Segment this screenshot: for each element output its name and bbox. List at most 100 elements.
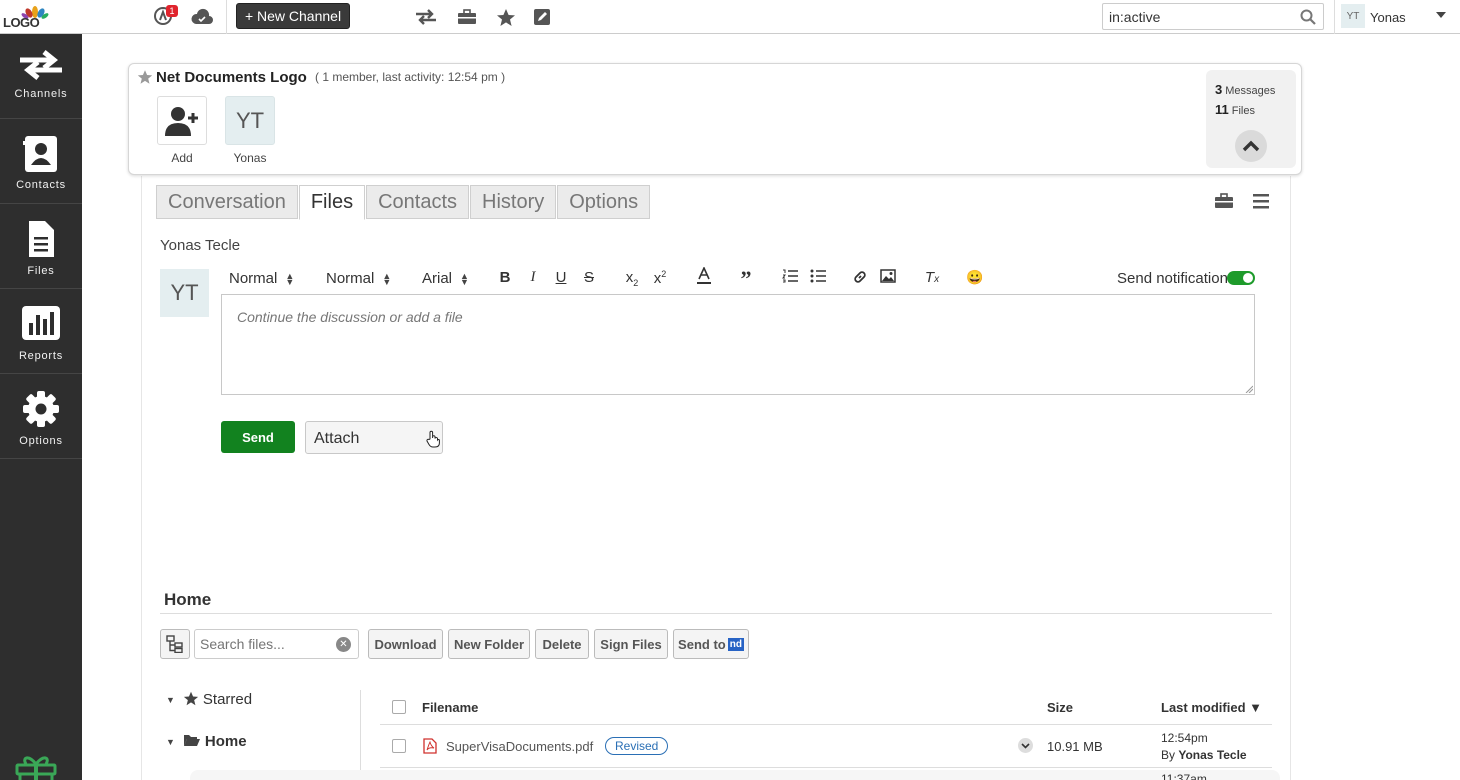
files-section-divider [160,613,1272,614]
updown-arrow-icon: ▲ ▼ [382,271,392,288]
tree-item-home[interactable]: ▼ Home [166,733,247,750]
send-to-button[interactable]: Send to nd [673,629,749,659]
image-icon[interactable] [878,269,898,287]
netdocuments-badge: nd [727,637,744,651]
folder-tree-toggle-button[interactable] [160,629,190,659]
italic-icon[interactable]: I [523,269,543,286]
collapse-header-button[interactable] [1235,130,1267,162]
text-color-icon[interactable] [694,266,714,289]
send-notification-label: Send notification [1117,270,1228,287]
font-size-select[interactable]: Normal ▲ ▼ [326,270,391,287]
tab-conversation[interactable]: Conversation [156,185,298,219]
paragraph-style-select[interactable]: Normal ▲ ▼ [229,270,294,287]
favorite-star-icon[interactable] [137,69,153,85]
add-user-icon [165,106,198,136]
tab-options[interactable]: Options [557,185,651,219]
updown-arrow-icon: ▲ ▼ [285,271,295,288]
star-icon[interactable] [494,6,518,28]
top-bar: LOGO 1 + New Channel in:active YT Yonas [0,0,1460,34]
bullet-list-icon[interactable] [808,269,828,287]
hand-cursor-icon [426,430,440,448]
search-icon[interactable] [1300,9,1316,25]
messages-label: Messages [1225,85,1276,97]
clear-format-icon[interactable]: Tx [922,269,942,286]
member-name: Yonas [233,151,267,165]
sidebar: Channels Contacts Files Reports Options [0,34,82,780]
delete-button[interactable]: Delete [535,629,589,659]
file-name-link[interactable]: SuperVisaDocuments.pdf [446,739,593,754]
add-member-tile[interactable] [157,96,207,145]
table-row[interactable] [190,770,1280,780]
subscript-icon[interactable]: x2 [622,269,642,288]
font-family-value: Arial [422,270,453,287]
font-family-select[interactable]: Arial ▲ ▼ [422,270,469,287]
file-search-input[interactable] [195,630,325,658]
add-member-button[interactable]: Add [157,96,207,165]
expand-triangle-icon[interactable]: ▼ [166,695,175,705]
sidebar-item-channels[interactable]: Channels [0,34,82,119]
user-avatar[interactable]: YT [1341,4,1365,28]
link-icon[interactable] [850,269,870,289]
sidebar-item-contacts[interactable]: Contacts [0,119,82,204]
toolbox-icon[interactable] [455,6,479,28]
tab-files[interactable]: Files [298,185,366,220]
select-all-checkbox[interactable] [392,700,406,714]
member-tile[interactable]: YT Yonas [225,96,275,165]
logo-text: LOGO [3,15,40,30]
blockquote-icon[interactable]: ” [736,266,756,292]
user-name[interactable]: Yonas [1370,10,1406,25]
clear-search-icon[interactable]: ✕ [336,637,351,652]
table-header-divider [380,724,1272,725]
member-avatar[interactable]: YT [225,96,275,145]
app-logo[interactable]: LOGO [0,0,82,34]
download-button[interactable]: Download [368,629,443,659]
attach-label: Attach [314,430,360,447]
file-search[interactable]: ✕ [194,629,359,659]
user-divider [1334,0,1335,34]
global-search[interactable] [1102,3,1324,30]
sidebar-item-reports[interactable]: Reports [0,289,82,374]
send-to-label: Send to [678,636,726,652]
tab-history[interactable]: History [470,185,557,219]
sidebar-item-options[interactable]: Options [0,374,82,459]
gift-icon[interactable] [14,752,58,780]
superscript-icon[interactable]: x2 [650,269,670,287]
user-menu-caret-icon[interactable] [1436,12,1446,18]
column-header-size[interactable]: Size [1047,700,1073,715]
new-folder-button[interactable]: New Folder [448,629,530,659]
global-search-input[interactable] [1103,4,1293,29]
sign-files-button[interactable]: Sign Files [594,629,668,659]
new-channel-button[interactable]: + New Channel [236,3,350,29]
underline-icon[interactable]: U [551,269,571,286]
send-button[interactable]: Send [221,421,295,453]
emoji-icon[interactable]: 😀 [965,269,985,286]
tab-contacts[interactable]: Contacts [366,185,470,219]
attach-button[interactable]: Attach [305,421,443,454]
cloud-icon[interactable] [190,6,214,28]
files-section-title: Home [164,590,212,609]
expand-triangle-icon[interactable]: ▼ [166,737,175,747]
swap-arrows-icon[interactable] [414,6,438,28]
resize-handle-icon[interactable] [1245,385,1253,393]
row-actions-button[interactable] [1018,738,1033,753]
toolbox-icon[interactable] [1213,193,1235,209]
column-header-last-modified[interactable]: Last modified ▼ [1161,700,1262,715]
star-icon [183,691,199,706]
sidebar-item-files[interactable]: Files [0,204,82,289]
send-notification-toggle[interactable] [1227,271,1255,285]
menu-icon[interactable] [1252,193,1270,209]
column-header-filename[interactable]: Filename [422,700,478,715]
tree-item-starred[interactable]: ▼ Starred [166,691,252,708]
row-checkbox[interactable] [392,739,406,753]
bold-icon[interactable]: B [495,269,515,286]
file-modified-time: 12:54pm [1161,731,1208,745]
strikethrough-icon[interactable]: S [579,269,599,286]
channel-meta: ( 1 member, last activity: 12:54 pm ) [315,70,506,84]
pdf-file-icon [423,738,437,754]
ordered-list-icon[interactable] [780,269,800,287]
file-modified-time: 11:37am [1161,772,1207,780]
notification-badge: 1 [166,5,178,17]
compose-icon[interactable] [530,6,554,28]
message-editor[interactable]: Continue the discussion or add a file [221,294,1255,395]
arrows-icon [20,50,62,80]
